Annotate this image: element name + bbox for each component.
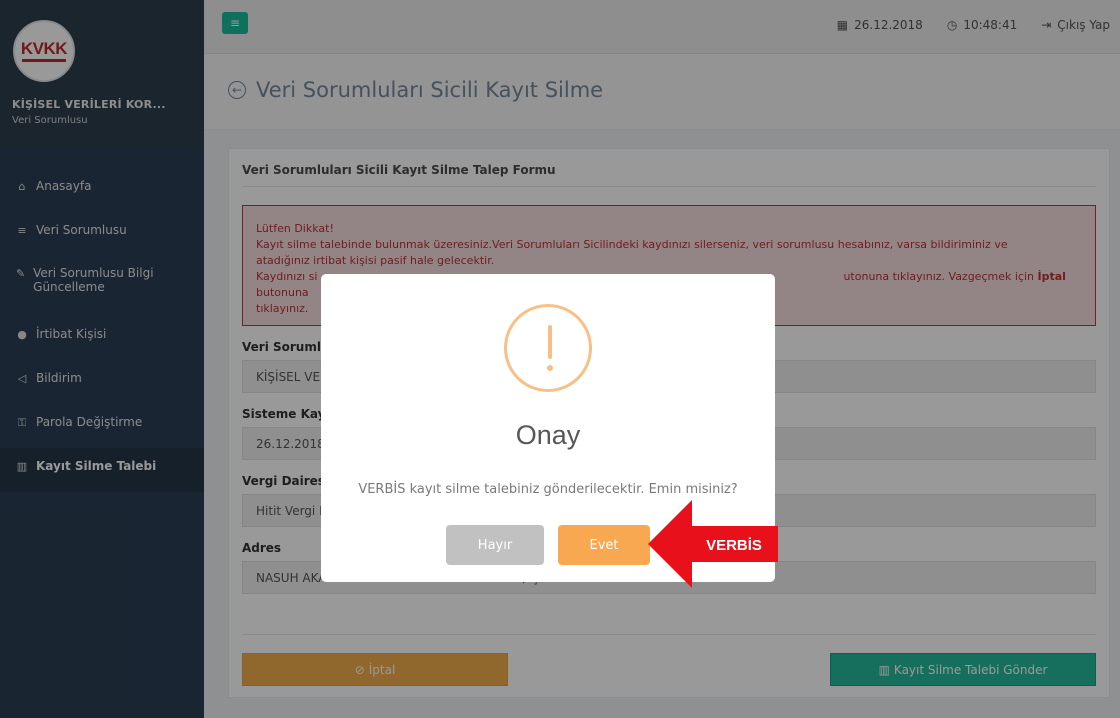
- no-button[interactable]: Hayır: [446, 525, 544, 565]
- warning-icon: [504, 304, 592, 392]
- dialog-title: Onay: [515, 420, 581, 450]
- dialog-message: VERBİS kayıt silme talebiniz gönderilece…: [358, 482, 738, 497]
- yes-button[interactable]: Evet: [558, 525, 650, 565]
- annotation-label: VERBİS: [706, 536, 762, 554]
